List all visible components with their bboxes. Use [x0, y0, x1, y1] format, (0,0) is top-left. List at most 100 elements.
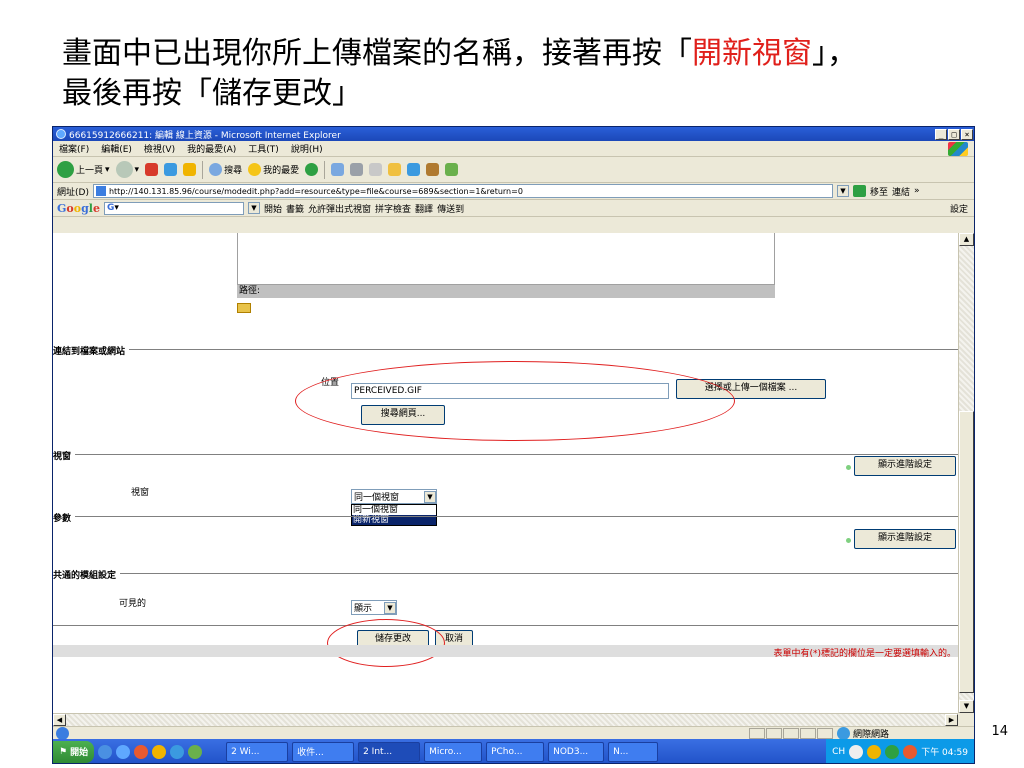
google-search-dropdown[interactable]: ▼ [247, 202, 260, 214]
menu-view[interactable]: 檢視(V) [144, 142, 175, 155]
search-button[interactable]: 搜尋 [209, 163, 242, 176]
address-input[interactable]: http://140.131.85.96/course/modedit.php?… [92, 184, 833, 198]
history-icon[interactable] [305, 163, 319, 176]
chevron-down-icon[interactable]: ▼ [384, 601, 396, 614]
window-select[interactable]: 同一個視窗 ▼ [351, 489, 437, 504]
quicklaunch-outlook-icon[interactable] [152, 744, 167, 759]
forward-button[interactable]: ▾ [115, 161, 139, 178]
scroll-left-icon[interactable]: ◀ [53, 714, 66, 726]
menu-favorites[interactable]: 我的最愛(A) [187, 142, 236, 155]
chevron-icon[interactable]: » [914, 186, 920, 196]
start-button[interactable]: ⚑ 開始 [53, 740, 95, 763]
task-n[interactable]: N... [608, 741, 659, 762]
title-highlight: 開新視窗 [692, 36, 812, 71]
task-photo[interactable]: PCho... [486, 741, 545, 762]
start-label: 開始 [70, 748, 89, 758]
show-advanced-button[interactable]: 顯示進階設定 [854, 456, 956, 476]
star-icon [248, 163, 262, 176]
google-start-button[interactable]: 開始 [264, 202, 282, 215]
advanced-bullet-icon [846, 538, 851, 543]
back-button[interactable]: 上一頁 ▾ [57, 161, 110, 178]
annotation-oval-location [295, 361, 735, 441]
title-bar: 66615912666211: 編輯 線上資源 - Microsoft Inte… [53, 127, 974, 141]
show-advanced-button-params[interactable]: 顯示進階設定 [854, 529, 956, 549]
google-settings-button[interactable]: 設定 [950, 202, 968, 215]
mail-icon[interactable] [331, 163, 345, 176]
go-button[interactable]: 移至 [870, 185, 888, 198]
slide: 畫面中已出現你所上傳檔案的名稱，接著再按「開新視窗」， 最後再按「儲存更改」 1… [0, 0, 1024, 768]
google-translate-button[interactable]: 翻譯 [415, 202, 433, 215]
research-icon[interactable] [426, 163, 440, 176]
html-editor-area[interactable] [237, 233, 775, 285]
scroll-right-icon[interactable]: ▶ [945, 714, 958, 726]
links-button[interactable]: 連結 [892, 185, 910, 198]
tray-icon[interactable] [849, 744, 864, 759]
scroll-down-icon[interactable]: ▼ [959, 700, 974, 713]
scroll-thumb[interactable] [959, 411, 974, 693]
tray-icon[interactable] [903, 744, 918, 759]
edit-icon[interactable] [369, 163, 383, 176]
address-dropdown[interactable]: ▼ [836, 185, 849, 197]
dropdown-option-same-window[interactable]: 同一個視窗 [352, 505, 436, 515]
go-arrow-icon[interactable] [852, 185, 866, 197]
browser-window: 66615912666211: 編輯 線上資源 - Microsoft Inte… [52, 126, 975, 764]
ime-indicator[interactable]: CH [832, 747, 845, 757]
users-icon[interactable] [445, 163, 459, 176]
tray-icon[interactable] [867, 744, 882, 759]
window-select-value: 同一個視窗 [354, 493, 400, 503]
menu-tools[interactable]: 工具(T) [248, 142, 279, 155]
print-icon[interactable] [350, 163, 364, 176]
page-icon [95, 186, 106, 196]
task-inbox[interactable]: 收件... [292, 741, 355, 762]
task-powerpoint[interactable]: Micro... [424, 741, 483, 762]
favorites-button[interactable]: 我的最愛 [248, 163, 299, 176]
scroll-up-icon[interactable]: ▲ [959, 233, 974, 246]
window-title: 66615912666211: 編輯 線上資源 - Microsoft Inte… [69, 130, 341, 141]
page-content: 路徑: 連結到檔案或網站 位置 PERCEIVED.GIF 選擇或上傳一個檔案 … [53, 233, 958, 713]
status-cells [749, 727, 833, 739]
quicklaunch-browser-icon[interactable] [170, 744, 185, 759]
quicklaunch-ie-icon[interactable] [116, 744, 131, 759]
google-search-input[interactable]: G ▾ [103, 201, 244, 215]
menu-edit[interactable]: 編輯(E) [101, 142, 132, 155]
google-bookmarks-button[interactable]: 書籤 [286, 202, 304, 215]
google-spell-button[interactable]: 拼字檢查 [375, 202, 411, 215]
window-label: 視窗 [131, 488, 150, 498]
section-divider [53, 349, 958, 350]
editor-path-bar: 路徑: [237, 285, 775, 298]
task-nod32[interactable]: NOD3... [548, 741, 605, 762]
search-label: 搜尋 [224, 166, 243, 176]
stop-icon[interactable] [145, 163, 159, 176]
required-note: 表單中有(*)標記的欄位是一定要選填輸入的。 [773, 649, 956, 659]
maximize-button[interactable]: □ [948, 128, 960, 140]
horizontal-scrollbar[interactable]: ◀ ▶ [53, 713, 958, 726]
quicklaunch-media-icon[interactable] [134, 744, 149, 759]
task-ie[interactable]: 2 Int... [358, 741, 421, 762]
tray-icon[interactable] [885, 744, 900, 759]
google-send-button[interactable]: 傳送到 [437, 202, 464, 215]
toolbar-separator [324, 160, 326, 179]
home-icon[interactable] [183, 163, 197, 176]
chevron-down-icon[interactable]: ▼ [424, 490, 436, 503]
close-button[interactable]: × [961, 128, 973, 140]
visible-label: 可見的 [119, 599, 147, 609]
visible-select[interactable]: 顯示 ▼ [351, 600, 397, 615]
google-g-icon: G [106, 203, 115, 213]
address-bar: 網址(D) http://140.131.85.96/course/modedi… [53, 183, 974, 200]
task-explorer[interactable]: 2 Wi... [226, 741, 289, 762]
refresh-icon[interactable] [164, 163, 178, 176]
quicklaunch-app-icon[interactable] [188, 744, 203, 759]
messenger-icon[interactable] [407, 163, 421, 176]
editor-toggle-icon[interactable] [237, 303, 251, 313]
google-logo: Google [57, 201, 100, 215]
google-popup-button[interactable]: 允許彈出式視窗 [308, 202, 371, 215]
menu-help[interactable]: 說明(H) [291, 142, 323, 155]
vertical-scrollbar[interactable]: ▲ ▼ [958, 233, 974, 713]
folder-icon[interactable] [388, 163, 402, 176]
slide-title: 畫面中已出現你所上傳檔案的名稱，接著再按「開新視窗」， 最後再按「儲存更改」 [62, 34, 1002, 114]
title-text-line2: 最後再按「儲存更改」 [62, 76, 362, 111]
quicklaunch-icon[interactable] [98, 744, 113, 759]
menu-file[interactable]: 檔案(F) [59, 142, 89, 155]
minimize-button[interactable]: _ [935, 128, 947, 140]
section-divider [53, 625, 958, 626]
